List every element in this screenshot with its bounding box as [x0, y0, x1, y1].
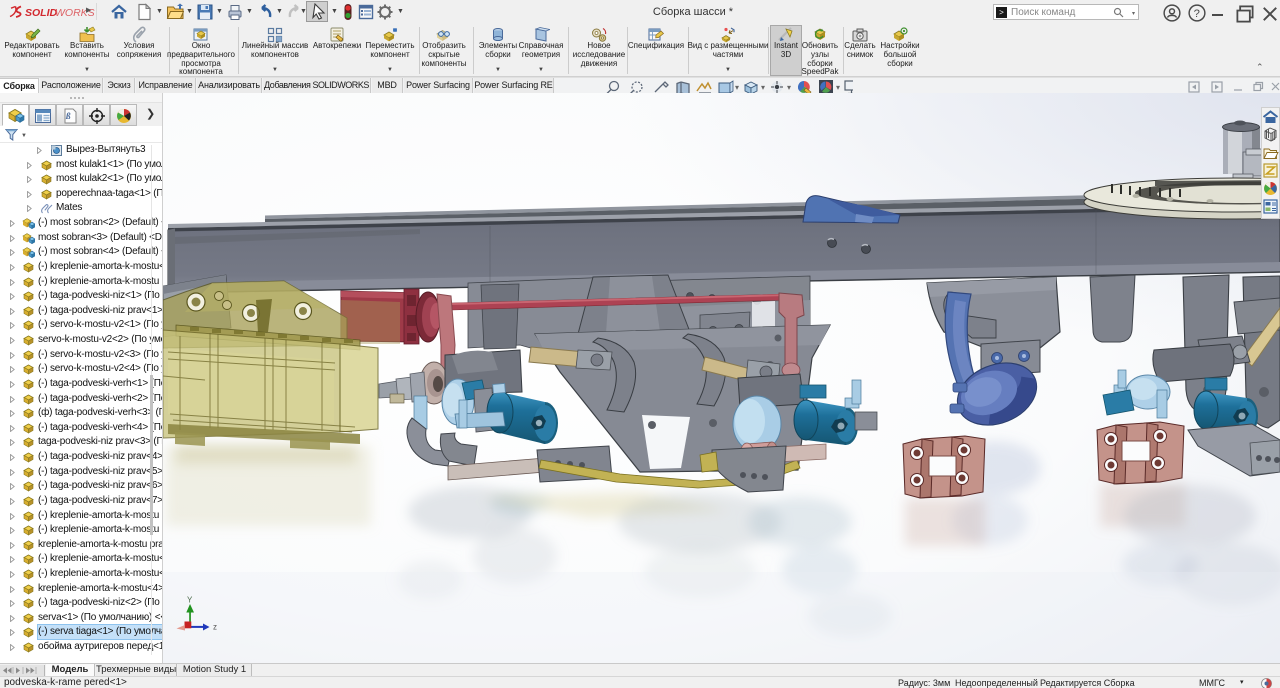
svg-text:ß: ß — [65, 111, 71, 121]
svg-text:▾: ▾ — [761, 83, 765, 92]
svg-text:SOLID: SOLID — [25, 7, 58, 19]
svg-text:▾: ▾ — [836, 83, 840, 92]
svg-text:z: z — [213, 623, 217, 632]
svg-text:▾: ▾ — [735, 83, 739, 92]
svg-text:?: ? — [1194, 8, 1200, 20]
svg-text:▾: ▾ — [787, 83, 791, 92]
svg-text:Y: Y — [187, 596, 193, 605]
